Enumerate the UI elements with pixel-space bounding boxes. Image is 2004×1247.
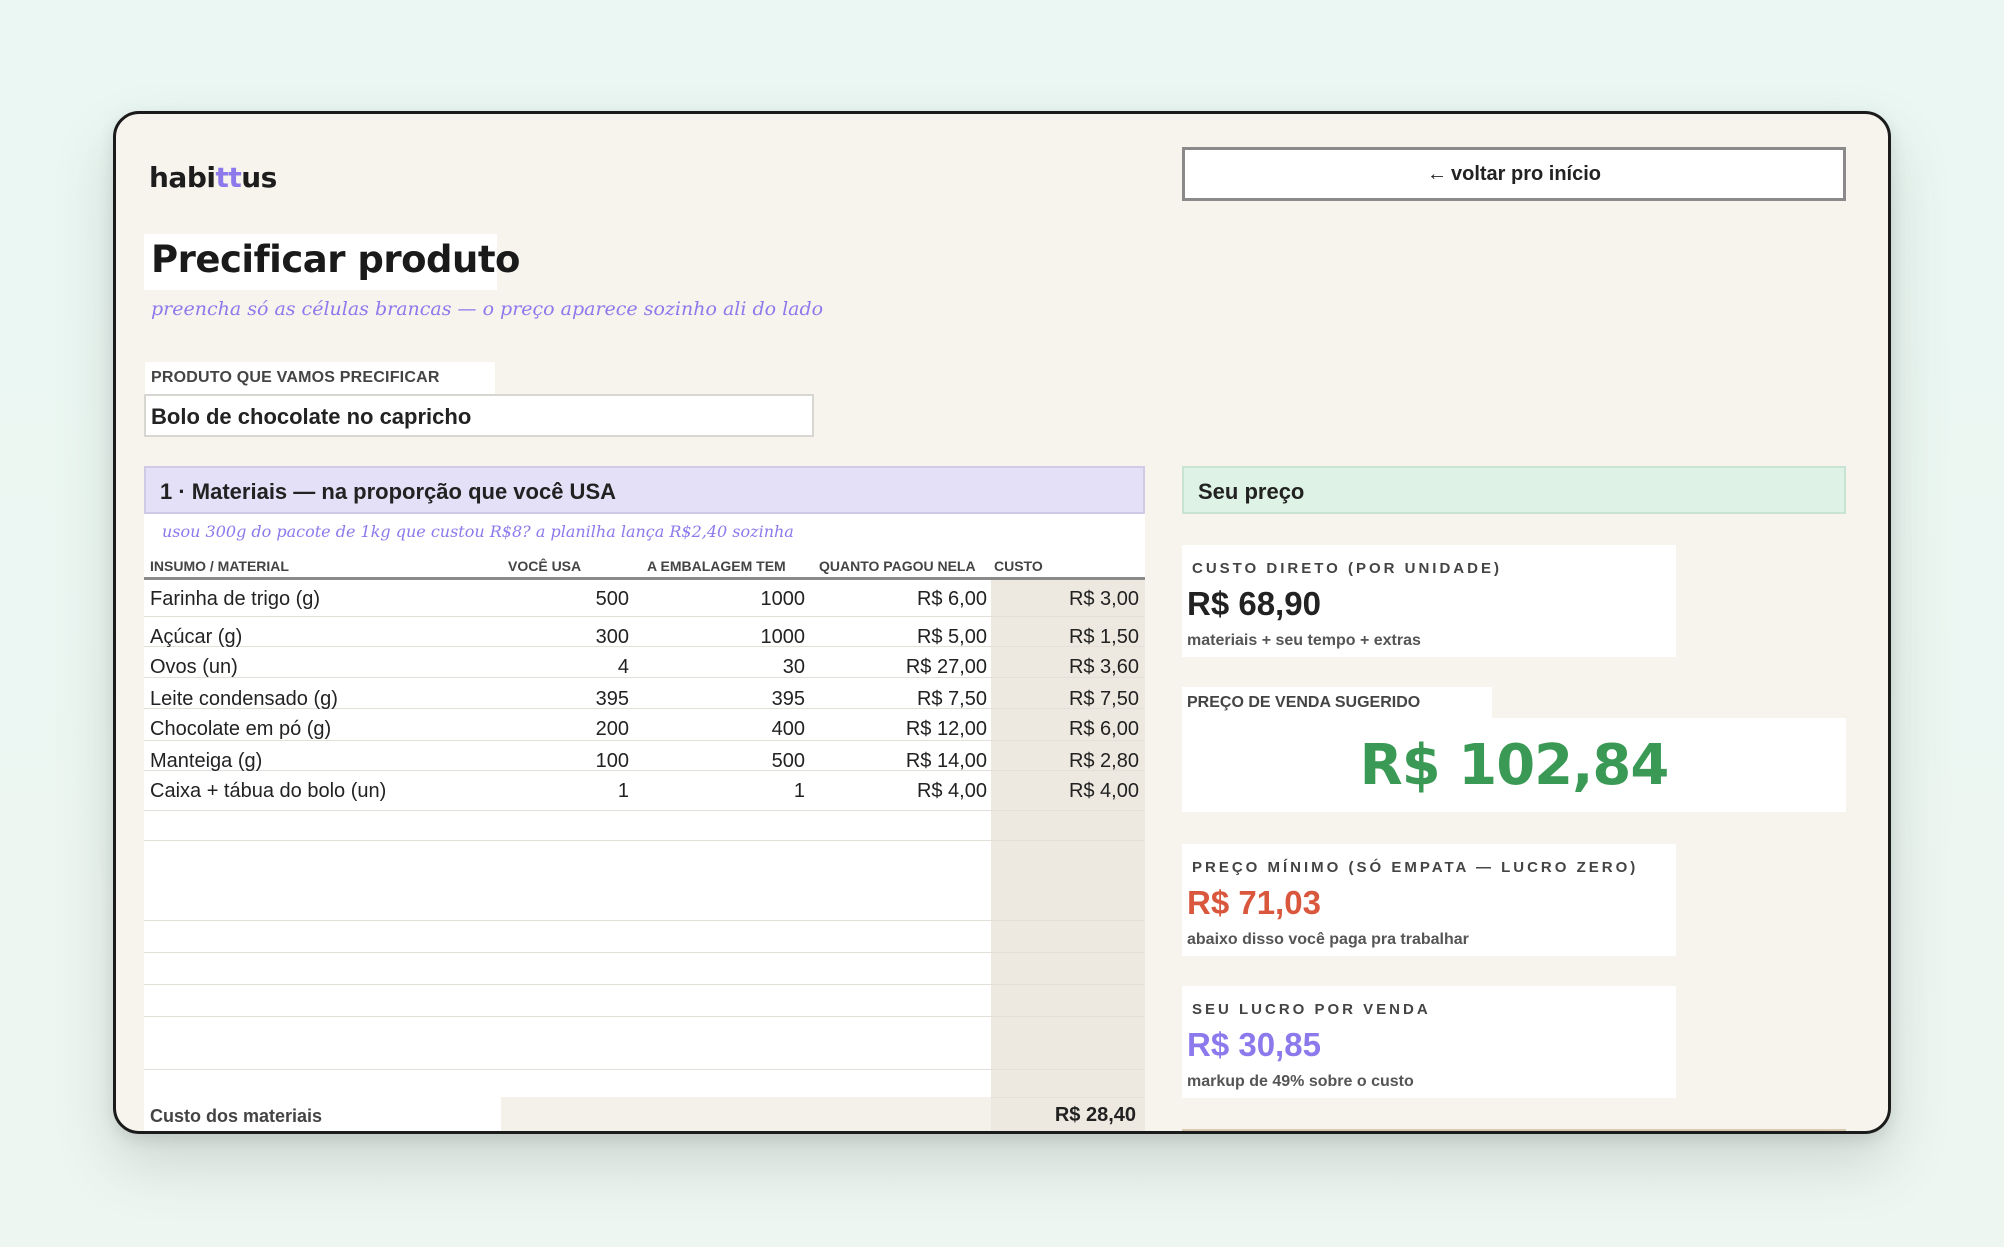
materials-total-label: Custo dos materiais xyxy=(150,1106,323,1126)
profit-note: markup de 49% sobre o custo xyxy=(1187,1073,1414,1090)
table-row: Chocolate em pó (g) 200 400 R$ 12,00 R$ 6,00 xyxy=(144,718,1145,748)
price-paid-cell[interactable]: R$ 4,00 xyxy=(917,780,987,803)
column-header-embalagem: A EMBALAGEM TEM xyxy=(647,558,786,574)
app-logo: habittus xyxy=(149,161,277,194)
quantity-used-cell[interactable]: 100 xyxy=(596,750,629,773)
material-name-cell[interactable]: Caixa + tábua do bolo (un) xyxy=(150,780,386,803)
direct-cost-label: CUSTO DIRETO (POR UNIDADE) xyxy=(1192,560,1502,577)
page-title: Precificar produto xyxy=(151,238,520,281)
price-paid-cell[interactable]: R$ 14,00 xyxy=(906,750,987,773)
minimum-price-value: R$ 71,03 xyxy=(1187,884,1321,921)
cost-cell: R$ 7,50 xyxy=(1068,688,1139,710)
material-name-cell[interactable]: Farinha de trigo (g) xyxy=(150,588,320,611)
row-divider xyxy=(144,840,1145,841)
material-name-cell[interactable]: Manteiga (g) xyxy=(150,750,262,773)
row-divider xyxy=(144,1016,1145,1017)
price-paid-cell[interactable]: R$ 5,00 xyxy=(917,626,987,649)
table-row: Manteiga (g) 100 500 R$ 14,00 R$ 2,80 xyxy=(144,750,1145,780)
material-name-cell[interactable]: Chocolate em pó (g) xyxy=(150,718,331,741)
minimum-price-label: PREÇO MÍNIMO (SÓ EMPATA — LUCRO ZERO) xyxy=(1192,859,1639,876)
product-name-input[interactable]: Bolo de chocolate no capricho xyxy=(144,394,814,437)
arrow-left-icon: ← xyxy=(1426,162,1447,185)
cost-cell: R$ 3,00 xyxy=(1068,588,1139,610)
materials-total-value: R$ 28,40 xyxy=(1054,1104,1136,1126)
column-header-insumo: INSUMO / MATERIAL xyxy=(150,558,289,574)
price-paid-cell[interactable]: R$ 12,00 xyxy=(906,718,987,741)
table-row: Ovos (un) 4 30 R$ 27,00 R$ 3,60 xyxy=(144,656,1145,686)
quantity-used-cell[interactable]: 500 xyxy=(596,588,629,611)
material-name-cell[interactable]: Açúcar (g) xyxy=(150,626,242,649)
cost-cell: R$ 1,50 xyxy=(1068,626,1139,648)
cost-cell: R$ 3,60 xyxy=(1068,656,1139,678)
suggested-price-label-background: PREÇO DE VENDA SUGERIDO xyxy=(1182,687,1492,718)
package-size-cell[interactable]: 400 xyxy=(772,718,805,741)
price-paid-cell[interactable]: R$ 7,50 xyxy=(917,688,987,711)
profit-label: SEU LUCRO POR VENDA xyxy=(1192,1001,1431,1018)
package-size-cell[interactable]: 1000 xyxy=(761,626,806,649)
table-row: Açúcar (g) 300 1000 R$ 5,00 R$ 1,50 xyxy=(144,626,1145,656)
total-row-fill xyxy=(501,1097,991,1131)
row-divider xyxy=(144,1069,1145,1070)
price-section-header: Seu preço xyxy=(1182,466,1846,514)
quantity-used-cell[interactable]: 1 xyxy=(618,780,629,803)
direct-cost-card: CUSTO DIRETO (POR UNIDADE) R$ 68,90 mate… xyxy=(1182,545,1676,657)
table-row: Leite condensado (g) 395 395 R$ 7,50 R$ 7,50 xyxy=(144,688,1145,718)
suggested-price-value: R$ 102,84 xyxy=(1182,718,1846,812)
profit-value: R$ 30,85 xyxy=(1187,1026,1321,1063)
row-divider xyxy=(144,810,1145,811)
quantity-used-cell[interactable]: 300 xyxy=(596,626,629,649)
next-section-edge xyxy=(1182,1129,1846,1131)
row-divider xyxy=(144,952,1145,953)
direct-cost-value: R$ 68,90 xyxy=(1187,585,1321,622)
product-label: PRODUTO QUE VAMOS PRECIFICAR xyxy=(151,369,440,386)
quantity-used-cell[interactable]: 200 xyxy=(596,718,629,741)
minimum-price-card: PREÇO MÍNIMO (SÓ EMPATA — LUCRO ZERO) R$… xyxy=(1182,844,1676,956)
cost-cell: R$ 4,00 xyxy=(1068,780,1139,802)
profit-card: SEU LUCRO POR VENDA R$ 30,85 markup de 4… xyxy=(1182,986,1676,1098)
back-button-label: voltar pro início xyxy=(1450,162,1602,185)
suggested-price-label: PREÇO DE VENDA SUGERIDO xyxy=(1187,694,1421,711)
page-subtitle: preencha só as células brancas — o preço… xyxy=(151,298,824,320)
column-header-usa: VOCÊ USA xyxy=(508,558,582,574)
app-window: habittus ← voltar pro início Precificar … xyxy=(113,111,1891,1134)
row-divider xyxy=(144,984,1145,985)
materials-section-header: 1 · Materiais — na proporção que você US… xyxy=(144,466,1145,514)
row-divider xyxy=(144,920,1145,921)
materials-hint: usou 300g do pacote de 1kg que custou R$… xyxy=(162,522,794,541)
table-row: Farinha de trigo (g) 500 1000 R$ 6,00 R$ 3,0… xyxy=(144,588,1145,618)
minimum-price-note: abaixo disso você paga pra trabalhar xyxy=(1187,931,1469,948)
price-paid-cell[interactable]: R$ 6,00 xyxy=(917,588,987,611)
package-size-cell[interactable]: 395 xyxy=(772,688,805,711)
package-size-cell[interactable]: 30 xyxy=(783,656,805,679)
direct-cost-note: materiais + seu tempo + extras xyxy=(1187,632,1421,649)
material-name-cell[interactable]: Leite condensado (g) xyxy=(150,688,338,711)
quantity-used-cell[interactable]: 395 xyxy=(596,688,629,711)
package-size-cell[interactable]: 1 xyxy=(794,780,805,803)
package-size-cell[interactable]: 1000 xyxy=(761,588,806,611)
material-name-cell[interactable]: Ovos (un) xyxy=(150,656,238,679)
cost-cell: R$ 2,80 xyxy=(1068,750,1139,772)
table-row: Caixa + tábua do bolo (un) 1 1 R$ 4,00 R$ 4,… xyxy=(144,780,1145,810)
price-paid-cell[interactable]: R$ 27,00 xyxy=(906,656,987,679)
column-header-custo: CUSTO xyxy=(994,558,1043,574)
package-size-cell[interactable]: 500 xyxy=(772,750,805,773)
back-to-start-button[interactable]: ← voltar pro início xyxy=(1182,147,1846,201)
quantity-used-cell[interactable]: 4 xyxy=(618,656,629,679)
column-header-pago: QUANTO PAGOU NELA xyxy=(819,558,976,574)
cost-cell: R$ 6,00 xyxy=(1068,718,1139,740)
